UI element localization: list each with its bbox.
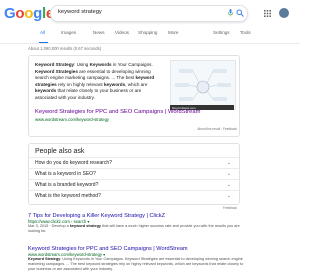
- snippet-title-link[interactable]: Keyword Strategies for PPC and SEO Campa…: [35, 109, 200, 115]
- snippet-text-part: : Using: [74, 62, 90, 67]
- tab-settings[interactable]: Settings: [213, 30, 230, 35]
- logo-letter: G: [4, 5, 16, 22]
- snippet-text-bold: keywords: [103, 81, 126, 87]
- tab-all[interactable]: All: [40, 30, 45, 35]
- paa-heading: People also ask: [35, 148, 85, 155]
- paa-question[interactable]: What is a keyword in SEO? ⌄: [29, 168, 239, 179]
- result-description: Mar 3, 2015 · Develop a keyword strategy…: [28, 224, 248, 234]
- top-bar: Google keyword strategy All Images News …: [0, 0, 300, 46]
- tab-shopping[interactable]: Shopping: [138, 30, 157, 35]
- tab-tools[interactable]: Tools: [240, 30, 251, 35]
- search-result: Keyword Strategies for PPC and SEO Campa…: [28, 246, 248, 273]
- snippet-text-bold: Keyword Strategy: [35, 62, 75, 67]
- snippet-text-part: rely on highly relevant: [56, 81, 104, 87]
- paa-question-text: What is a keyword in SEO?: [35, 171, 96, 177]
- tab-images[interactable]: Images: [61, 30, 76, 35]
- snippet-text-part: in Your Campaigns.: [111, 62, 153, 67]
- search-icon[interactable]: [236, 9, 244, 17]
- chevron-down-icon: ⌄: [226, 170, 231, 177]
- snippet-text-part: , which are: [125, 81, 148, 87]
- search-result: 7 Tips for Developing a Killer Keyword S…: [28, 213, 248, 234]
- logo-letter: g: [33, 5, 42, 22]
- paa-feedback-link[interactable]: Feedback: [223, 206, 237, 210]
- chevron-down-icon: ⌄: [226, 159, 231, 166]
- snippet-image[interactable]: [170, 60, 236, 110]
- paa-question[interactable]: How do you do keyword research? ⌄: [29, 157, 239, 168]
- paa-question[interactable]: What is the keyword method? ⌄: [29, 190, 239, 201]
- search-input[interactable]: keyword strategy: [58, 9, 102, 15]
- logo-letter: o: [24, 5, 34, 22]
- account-avatar[interactable]: [279, 8, 289, 18]
- about-result-feedback[interactable]: About this result · Feedback: [197, 127, 237, 131]
- search-tabs: All Images News Videos Shopping More Set…: [0, 28, 300, 44]
- snippet-text-bold: keywords: [35, 88, 57, 94]
- divider: [0, 43, 300, 44]
- result-desc-bold: keyword strategy: [69, 224, 102, 228]
- apps-grid-icon[interactable]: [264, 10, 271, 17]
- snippet-url[interactable]: www.wordstream.com/keyword-strategy: [35, 117, 109, 122]
- result-desc-part: Mar 3, 2015 · Develop a: [28, 224, 70, 228]
- paa-question-text: What is the keyword method?: [35, 193, 101, 199]
- tab-more[interactable]: More: [168, 30, 178, 35]
- snippet-text: Keyword Strategy: Using Keywords in Your…: [35, 62, 159, 102]
- people-also-ask: People also ask How do you do keyword re…: [28, 143, 240, 210]
- snippet-text-bold: Keyword Strategies: [35, 68, 78, 74]
- snippet-text-bold: Keywords: [89, 62, 112, 67]
- chevron-down-icon: ⌄: [226, 181, 231, 188]
- google-logo[interactable]: Google: [4, 6, 54, 22]
- search-box[interactable]: keyword strategy: [50, 5, 248, 22]
- tab-news[interactable]: News: [93, 30, 105, 35]
- diagram-illustration: [175, 69, 231, 101]
- microphone-icon[interactable]: [228, 9, 233, 17]
- featured-snippet: Keyword Strategy: Using Keywords in Your…: [28, 55, 240, 137]
- chevron-down-icon: ⌄: [226, 192, 231, 199]
- paa-question-text: How do you do keyword research?: [35, 160, 112, 166]
- paa-question-text: What is a branded keyword?: [35, 182, 99, 188]
- result-desc-bold: Keyword Strategy: [28, 257, 61, 261]
- logo-letter: o: [15, 5, 25, 22]
- result-description: Keyword Strategy: Using Keywords in Your…: [28, 257, 248, 273]
- tab-videos[interactable]: Videos: [115, 30, 129, 35]
- paa-question[interactable]: What is a branded keyword? ⌄: [29, 179, 239, 190]
- result-stats: About 1,090,000 results (0.67 seconds): [28, 46, 102, 51]
